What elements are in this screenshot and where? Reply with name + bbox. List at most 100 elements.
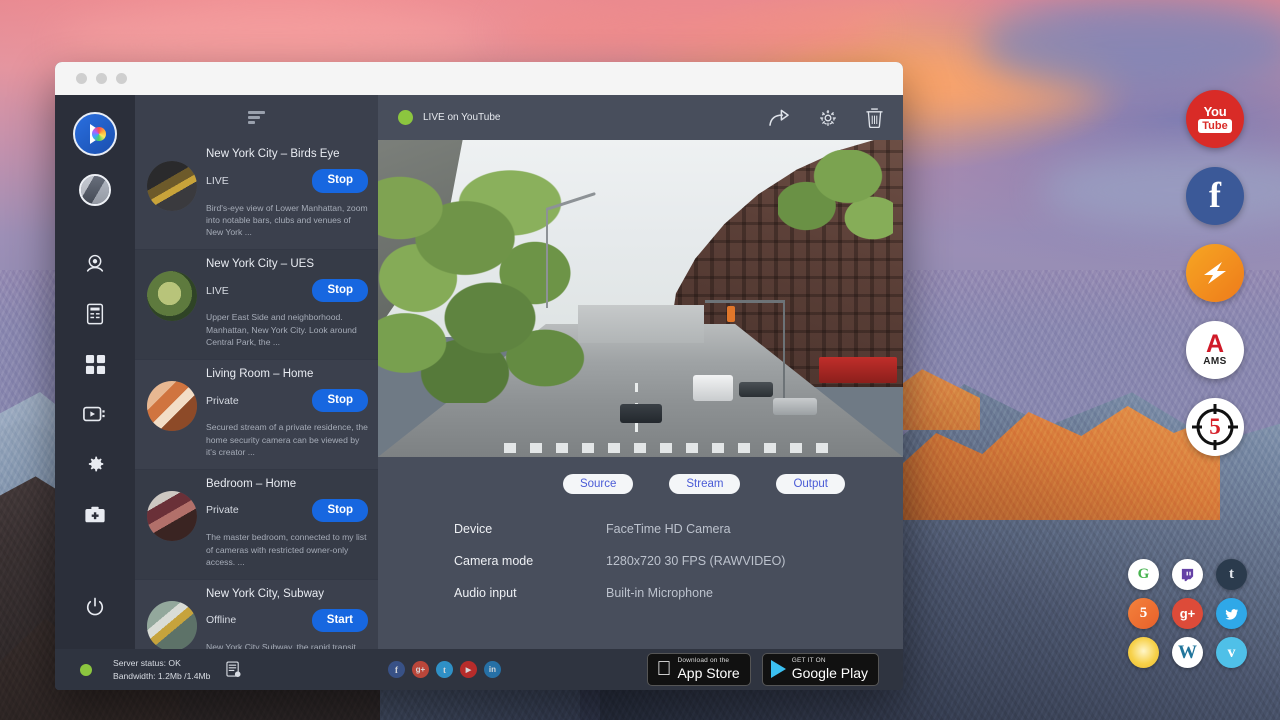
- gear-icon: [818, 108, 838, 128]
- window-close-button[interactable]: [76, 73, 87, 84]
- camera-action-button[interactable]: Start: [312, 609, 368, 633]
- camera-action-button[interactable]: Stop: [312, 499, 368, 523]
- list-item[interactable]: New York City, Subway Offline Start New …: [135, 580, 378, 650]
- googleplus-mini-icon[interactable]: g+: [1172, 598, 1203, 629]
- googleplus-icon[interactable]: g+: [412, 661, 429, 678]
- youtube-glyph: ▶: [466, 666, 471, 674]
- camera-thumbnail: [147, 491, 197, 541]
- tab-stream[interactable]: Stream: [669, 474, 740, 494]
- five-icon[interactable]: 5: [1128, 598, 1159, 629]
- detail-value[interactable]: FaceTime HD Camera: [606, 522, 731, 536]
- twitch-icon[interactable]: [1172, 559, 1203, 590]
- settings-button[interactable]: [818, 108, 838, 128]
- camera-list[interactable]: New York City – Birds Eye LIVE Stop Bird…: [135, 140, 378, 649]
- target5-dock-icon[interactable]: 5: [1186, 398, 1244, 456]
- youtube-icon[interactable]: ▶: [460, 661, 477, 678]
- twitter-glyph: t: [443, 665, 446, 675]
- camera-title: Living Room – Home: [206, 368, 368, 380]
- share-icon: [769, 108, 790, 127]
- youtube-dock-icon[interactable]: You Tube: [1186, 90, 1244, 148]
- detail-label: Audio input: [454, 586, 606, 600]
- window-minimize-button[interactable]: [96, 73, 107, 84]
- sidebar-item-help[interactable]: [73, 492, 117, 536]
- google-play-line1: GET IT ON: [792, 657, 868, 664]
- sidebar-item-recordings[interactable]: [73, 392, 117, 436]
- tumblr-icon[interactable]: t: [1216, 559, 1247, 590]
- main-toolbar: LIVE on YouTube: [378, 95, 903, 140]
- ams-sublabel: AMS: [1203, 356, 1226, 367]
- list-item[interactable]: New York City – UES LIVE Stop Upper East…: [135, 250, 378, 360]
- vimeo-icon[interactable]: v: [1216, 637, 1247, 668]
- bandwidth-line: Bandwidth: 1.2Mb /1.4Mb: [113, 670, 210, 682]
- detail-label: Device: [454, 522, 606, 536]
- first-aid-icon: [84, 505, 106, 524]
- grammarly-glyph: G: [1138, 566, 1150, 583]
- bolt-dock-icon[interactable]: [1186, 244, 1244, 302]
- play-icon: [90, 124, 105, 144]
- sidebar-item-settings[interactable]: [73, 442, 117, 486]
- list-item[interactable]: New York City – Birds Eye LIVE Stop Bird…: [135, 140, 378, 250]
- list-item[interactable]: Bedroom – Home Private Stop The master b…: [135, 470, 378, 580]
- list-item[interactable]: Living Room – Home Private Stop Secured …: [135, 360, 378, 470]
- gplus-glyph: g+: [1180, 606, 1196, 621]
- gplus-glyph: g+: [416, 665, 426, 674]
- linkedin-glyph: in: [489, 665, 496, 674]
- app-store-line2: App Store: [677, 665, 739, 681]
- sidebar-item-cameras[interactable]: [73, 242, 117, 286]
- share-button[interactable]: [769, 108, 790, 127]
- status-bar: Server status: OK Bandwidth: 1.2Mb /1.4M…: [55, 649, 903, 690]
- source-details: Device FaceTime HD Camera Camera mode 12…: [378, 494, 903, 618]
- camera-action-button[interactable]: Stop: [312, 279, 368, 303]
- ams-dock-icon[interactable]: A AMS: [1186, 321, 1244, 379]
- window-titlebar[interactable]: [55, 62, 903, 95]
- camera-description: Bird's-eye view of Lower Manhattan, zoom…: [206, 202, 368, 239]
- tumblr-glyph: t: [1229, 566, 1234, 583]
- detail-value[interactable]: Built-in Microphone: [606, 586, 713, 600]
- sidebar-item-logs[interactable]: [73, 292, 117, 336]
- google-play-button[interactable]: GET IT ON Google Play: [762, 653, 879, 685]
- detail-row-audio-input: Audio input Built-in Microphone: [454, 586, 903, 600]
- sidebar-item-dashboard[interactable]: [73, 342, 117, 386]
- youtube-label-top: You: [1204, 105, 1227, 118]
- document-icon: [85, 303, 105, 325]
- camera-title: New York City – UES: [206, 258, 368, 270]
- camera-status: LIVE: [206, 175, 229, 187]
- camera-description: New York City Subway, the rapid transit …: [206, 641, 368, 649]
- app-store-line1: Download on the: [677, 657, 739, 664]
- youtube-label-bottom: Tube: [1198, 119, 1231, 133]
- video-preview[interactable]: [378, 140, 903, 457]
- avatar[interactable]: [79, 174, 111, 206]
- app-store-button[interactable]:  Download on the App Store: [647, 653, 750, 685]
- server-status-line: Server status: OK: [113, 657, 210, 669]
- wordpress-icon[interactable]: W: [1172, 637, 1203, 668]
- linkedin-icon[interactable]: in: [484, 661, 501, 678]
- twitch-glyph: [1180, 567, 1195, 582]
- camera-action-button[interactable]: Stop: [312, 169, 368, 193]
- window-zoom-button[interactable]: [116, 73, 127, 84]
- detail-label: Camera mode: [454, 554, 606, 568]
- facebook-dock-icon[interactable]: f: [1186, 167, 1244, 225]
- document-info-icon[interactable]: [226, 661, 241, 678]
- tab-source[interactable]: Source: [563, 474, 633, 494]
- twitter-mini-icon[interactable]: [1216, 598, 1247, 629]
- camera-title: New York City, Subway: [206, 588, 368, 600]
- camera-action-button[interactable]: Stop: [312, 389, 368, 413]
- grammarly-icon[interactable]: G: [1128, 559, 1159, 590]
- app-logo[interactable]: [73, 112, 117, 156]
- camera-status: Private: [206, 395, 239, 407]
- power-button[interactable]: [73, 585, 117, 629]
- camera-status: Private: [206, 504, 239, 516]
- video-icon: [83, 405, 107, 423]
- sun-icon[interactable]: [1128, 637, 1159, 668]
- twitter-icon[interactable]: t: [436, 661, 453, 678]
- facebook-icon[interactable]: f: [388, 661, 405, 678]
- camera-title: New York City – Birds Eye: [206, 148, 368, 160]
- tab-output[interactable]: Output: [776, 474, 845, 494]
- delete-button[interactable]: [866, 108, 883, 128]
- desktop-dock: You Tube f A AMS 5: [1186, 90, 1244, 456]
- facebook-glyph: f: [395, 665, 398, 675]
- lightning-bolt-icon: [1198, 256, 1232, 290]
- sort-icon[interactable]: [248, 111, 265, 124]
- detail-value[interactable]: 1280x720 30 FPS (RAWVIDEO): [606, 554, 785, 568]
- app-store-badges:  Download on the App Store GET IT ON Go…: [647, 653, 879, 685]
